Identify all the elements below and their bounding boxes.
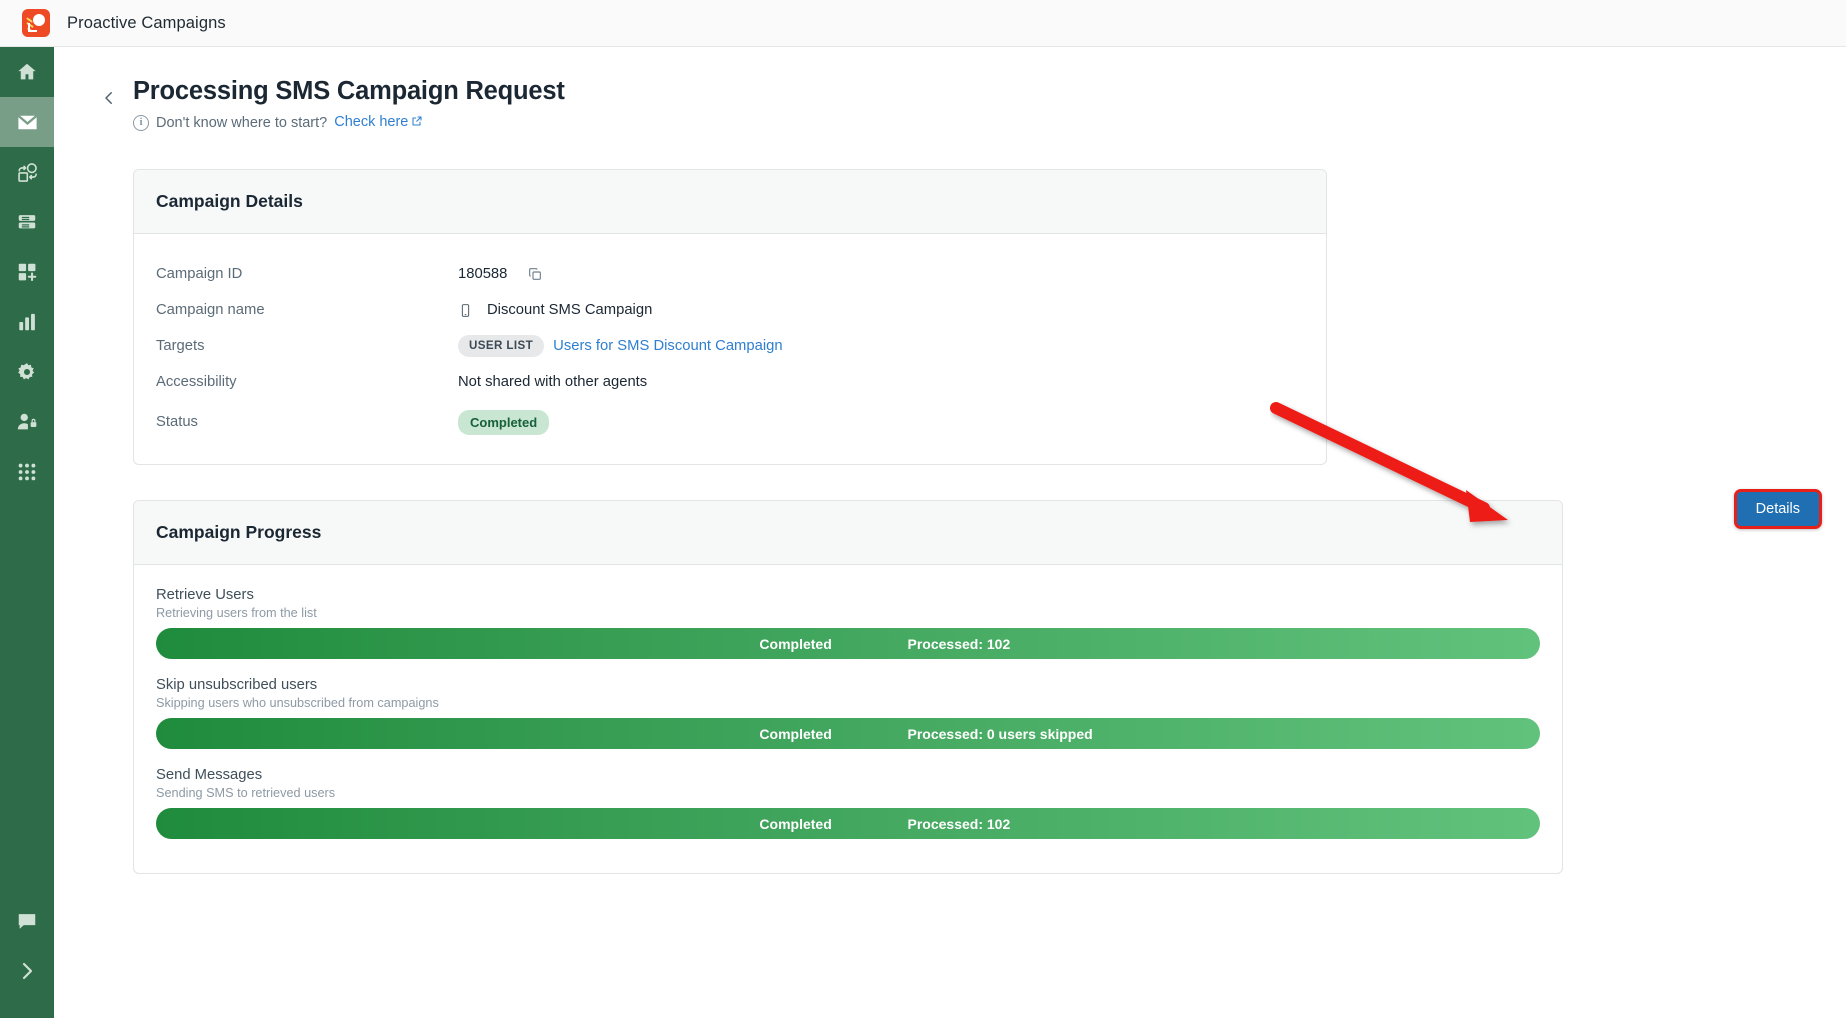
progress-step-description: Skipping users who unsubscribed from cam… xyxy=(156,696,439,711)
accessibility-value: Not shared with other agents xyxy=(458,374,648,391)
sidebar-item-apps[interactable] xyxy=(0,447,54,497)
brand-title: Proactive Campaigns xyxy=(67,13,226,32)
sidebar-item-reports[interactable] xyxy=(0,297,54,347)
progress-bar-status: Completed xyxy=(759,635,832,652)
home-icon xyxy=(16,61,38,83)
sidebar xyxy=(0,47,54,1018)
chat-bubble-icon xyxy=(16,910,38,932)
detail-label: Campaign ID xyxy=(156,266,243,283)
targets-user-list-link[interactable]: Users for SMS Discount Campaign xyxy=(553,338,782,354)
page-title: Processing SMS Campaign Request xyxy=(133,77,565,105)
detail-row-campaign-name: Campaign name Discount SMS Campaign xyxy=(156,292,1304,328)
campaign-id-value: 180588 xyxy=(458,266,508,283)
campaign-progress-card: Campaign Progress Retrieve Users Retriev… xyxy=(133,500,1563,875)
sidebar-item-settings[interactable] xyxy=(0,347,54,397)
progress-step: Send Messages Sending SMS to retrieved u… xyxy=(156,767,1540,840)
database-icon xyxy=(16,211,38,233)
check-here-link-label: Check here xyxy=(334,114,409,131)
chevron-left-icon xyxy=(100,89,118,112)
main-content: Processing SMS Campaign Request i Don't … xyxy=(54,47,1846,1018)
campaign-details-body: Campaign ID 180588 Campaign name Discoun… xyxy=(134,234,1326,464)
detail-label: Status xyxy=(156,414,198,431)
campaign-details-card-title: Campaign Details xyxy=(134,170,1326,235)
detail-value: Completed xyxy=(458,409,550,436)
sidebar-item-feedback[interactable] xyxy=(0,896,54,946)
detail-row-status: Status Completed xyxy=(156,404,1304,440)
add-grid-icon xyxy=(16,261,38,283)
user-lock-icon xyxy=(16,411,38,433)
campaign-name-value: Discount SMS Campaign xyxy=(487,302,653,319)
gear-icon xyxy=(16,361,38,383)
detail-value: 180588 xyxy=(458,266,543,282)
bar-chart-icon xyxy=(16,311,38,333)
detail-label: Targets xyxy=(156,338,205,355)
campaign-progress-card-title: Campaign Progress xyxy=(134,501,1562,566)
detail-value: Discount SMS Campaign xyxy=(458,302,652,318)
envelope-icon xyxy=(16,111,39,134)
grid-dots-icon xyxy=(16,461,38,483)
back-button[interactable] xyxy=(98,89,120,111)
page-subtitle-text: Don't know where to start? xyxy=(156,114,328,131)
sidebar-item-add-widget[interactable] xyxy=(0,247,54,297)
sidebar-item-campaigns[interactable] xyxy=(0,97,54,147)
sidebar-item-automation[interactable] xyxy=(0,147,54,197)
progress-step-title: Skip unsubscribed users xyxy=(156,677,318,694)
details-button[interactable]: Details xyxy=(1733,489,1822,529)
sidebar-item-home[interactable] xyxy=(0,47,54,97)
mobile-phone-icon xyxy=(458,303,473,318)
detail-row-targets: Targets USER LIST Users for SMS Discount… xyxy=(156,328,1304,364)
detail-label: Accessibility xyxy=(156,374,237,391)
chevron-right-icon xyxy=(15,959,39,983)
detail-value: USER LIST Users for SMS Discount Campaig… xyxy=(458,335,783,358)
progress-step-title: Retrieve Users xyxy=(156,587,254,604)
progress-bar-processed: Processed: 102 xyxy=(907,635,1011,652)
page-header: Processing SMS Campaign Request i Don't … xyxy=(54,47,1846,131)
top-bar: Proactive Campaigns xyxy=(0,0,1846,47)
progress-bar: Completed Processed: 0 users skipped xyxy=(156,718,1540,750)
app-root: Proactive Campaigns Processing SMS Campa… xyxy=(0,0,1846,1018)
sidebar-item-data[interactable] xyxy=(0,197,54,247)
proactive-campaigns-logo-icon xyxy=(22,9,50,37)
sync-shapes-icon xyxy=(16,161,39,184)
progress-bar-status: Completed xyxy=(759,725,832,742)
detail-row-accessibility: Accessibility Not shared with other agen… xyxy=(156,364,1304,400)
sidebar-item-permissions[interactable] xyxy=(0,397,54,447)
progress-step-description: Sending SMS to retrieved users xyxy=(156,786,336,801)
page-subtitle: i Don't know where to start? Check here xyxy=(133,114,1846,131)
info-icon: i xyxy=(133,114,149,131)
campaign-progress-body: Retrieve Users Retrieving users from the… xyxy=(134,565,1562,873)
progress-step-title: Send Messages xyxy=(156,767,263,784)
detail-label: Campaign name xyxy=(156,302,265,319)
copy-icon[interactable] xyxy=(527,266,543,282)
sidebar-expand-toggle[interactable] xyxy=(0,946,54,996)
detail-row-campaign-id: Campaign ID 180588 xyxy=(156,256,1304,292)
status-badge: Completed xyxy=(458,409,550,436)
progress-bar: Completed Processed: 102 xyxy=(156,808,1540,840)
progress-bar: Completed Processed: 102 xyxy=(156,628,1540,660)
progress-step: Retrieve Users Retrieving users from the… xyxy=(156,587,1540,660)
progress-bar-processed: Processed: 0 users skipped xyxy=(907,725,1093,742)
targets-type-tag: USER LIST xyxy=(458,335,545,358)
progress-step: Skip unsubscribed users Skipping users w… xyxy=(156,677,1540,750)
progress-step-description: Retrieving users from the list xyxy=(156,606,317,621)
campaign-details-card: Campaign Details Campaign ID 180588 Camp… xyxy=(133,169,1327,466)
check-here-link[interactable]: Check here xyxy=(334,114,423,131)
progress-bar-status: Completed xyxy=(759,815,832,832)
progress-bar-processed: Processed: 102 xyxy=(907,815,1011,832)
external-link-icon xyxy=(411,115,423,131)
